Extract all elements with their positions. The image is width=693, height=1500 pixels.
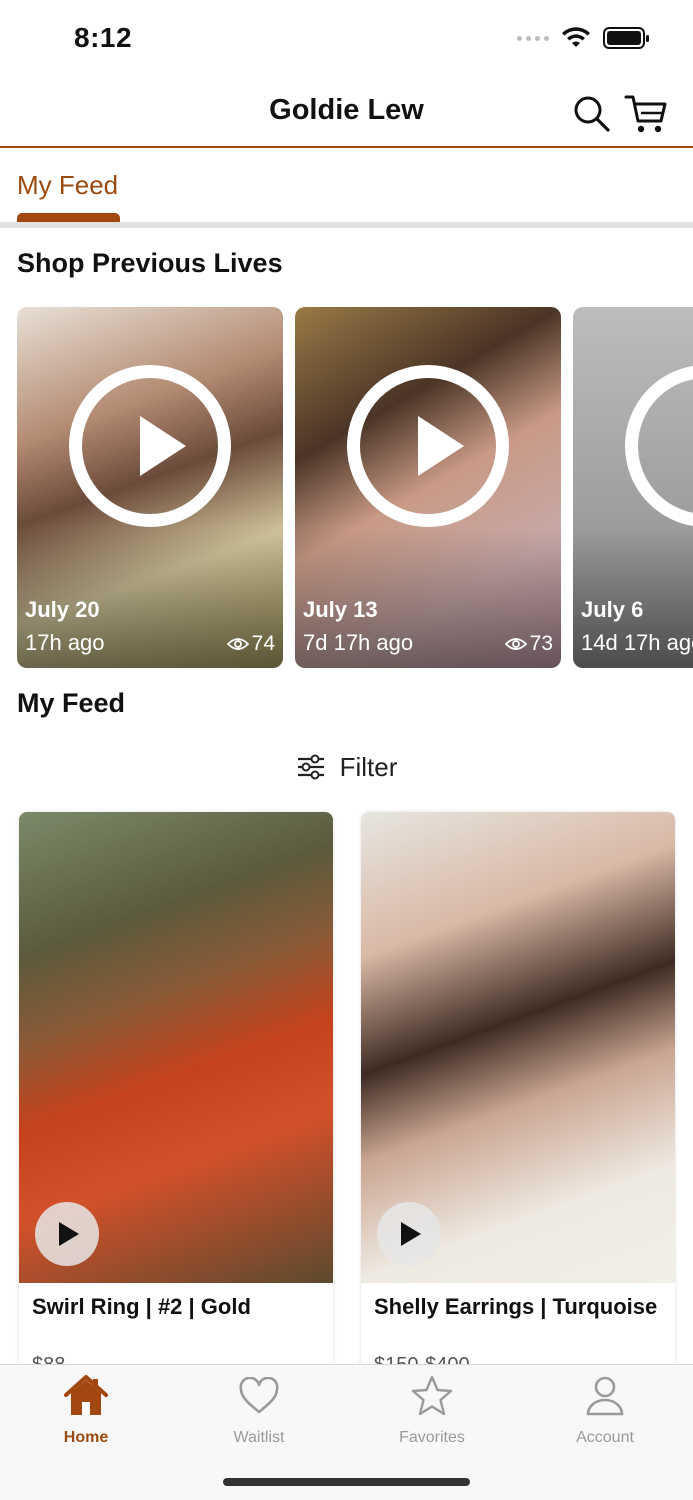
nav-item-favorites[interactable]: Favorites bbox=[362, 1373, 502, 1449]
home-indicator bbox=[223, 1478, 470, 1486]
live-views-count: 73 bbox=[529, 632, 553, 655]
live-time-ago: 7d 17h ago bbox=[303, 630, 414, 655]
play-icon[interactable] bbox=[35, 1202, 99, 1266]
play-icon[interactable] bbox=[347, 365, 509, 527]
person-icon bbox=[582, 1373, 628, 1419]
live-time-ago: 17h ago bbox=[25, 630, 105, 655]
nav-label: Home bbox=[63, 1429, 109, 1446]
eye-icon bbox=[504, 638, 527, 650]
status-icons bbox=[517, 26, 651, 50]
search-icon bbox=[574, 96, 610, 132]
section-title-my-feed: My Feed bbox=[17, 688, 126, 718]
cart-icon bbox=[624, 95, 667, 133]
eye-icon bbox=[226, 638, 249, 650]
cart-button[interactable] bbox=[624, 92, 668, 136]
live-views: 73 bbox=[504, 632, 553, 656]
tab-my-feed[interactable]: My Feed bbox=[17, 170, 118, 201]
product-name: Swirl Ring | #2 | Gold bbox=[32, 1294, 251, 1319]
home-icon bbox=[63, 1373, 109, 1419]
live-date: July 6 bbox=[581, 597, 644, 622]
status-time: 8:12 bbox=[74, 22, 133, 53]
filter-label: Filter bbox=[339, 751, 398, 782]
nav-item-waitlist[interactable]: Waitlist bbox=[189, 1373, 329, 1449]
live-views-count: 74 bbox=[251, 632, 275, 655]
nav-label: Account bbox=[576, 1429, 634, 1446]
status-bar: 8:12 bbox=[0, 0, 693, 80]
tab-active-indicator bbox=[17, 213, 120, 222]
play-icon[interactable] bbox=[625, 365, 693, 527]
live-card[interactable]: July 13 7d 17h ago 73 bbox=[295, 307, 561, 668]
sliders-icon bbox=[297, 754, 324, 780]
app-header: Goldie Lew bbox=[0, 80, 693, 148]
play-icon[interactable] bbox=[377, 1202, 441, 1266]
live-card[interactable]: July 6 14d 17h ago bbox=[573, 307, 693, 668]
live-time-ago: 14d 17h ago bbox=[581, 630, 693, 655]
section-title-previous-lives: Shop Previous Lives bbox=[17, 248, 283, 278]
nav-label: Waitlist bbox=[233, 1429, 285, 1446]
live-card[interactable]: July 20 17h ago 74 bbox=[17, 307, 283, 668]
live-date: July 13 bbox=[303, 597, 378, 622]
nav-item-home[interactable]: Home bbox=[16, 1373, 156, 1449]
product-card[interactable]: Shelly Earrings | Turquoise $150-$400 bbox=[361, 812, 675, 1372]
bottom-nav: Home Waitlist Favorites Account bbox=[0, 1364, 693, 1500]
battery-icon bbox=[603, 27, 649, 49]
product-name: Shelly Earrings | Turquoise bbox=[374, 1294, 658, 1319]
wifi-icon bbox=[562, 27, 590, 47]
product-card[interactable]: Swirl Ring | #2 | Gold $88 bbox=[19, 812, 333, 1372]
signal-icon bbox=[517, 35, 549, 41]
live-views: 74 bbox=[226, 632, 275, 656]
search-button[interactable] bbox=[570, 92, 614, 136]
filter-button[interactable]: Filter bbox=[0, 748, 693, 786]
heart-icon bbox=[236, 1373, 282, 1419]
live-date: July 20 bbox=[25, 597, 100, 622]
nav-item-account[interactable]: Account bbox=[535, 1373, 675, 1449]
nav-label: Favorites bbox=[399, 1429, 465, 1446]
play-icon[interactable] bbox=[69, 365, 231, 527]
tab-bar: My Feed bbox=[0, 150, 693, 228]
previous-lives-carousel[interactable]: July 20 17h ago 74 July 13 7d 17h ago 73… bbox=[0, 307, 693, 669]
star-icon bbox=[409, 1373, 455, 1419]
